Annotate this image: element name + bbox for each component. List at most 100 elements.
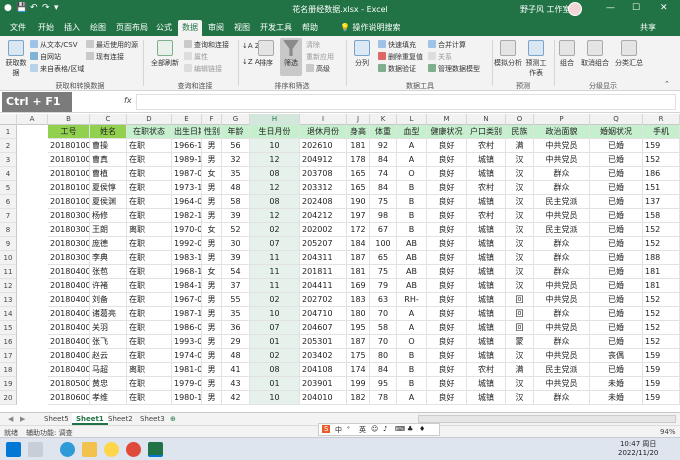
table-cell[interactable]: A bbox=[397, 391, 427, 405]
table-cell[interactable]: 65 bbox=[370, 251, 397, 265]
table-cell[interactable]: 01 bbox=[250, 377, 300, 391]
table-cell[interactable]: 58 bbox=[370, 321, 397, 335]
row-number[interactable]: 7 bbox=[0, 209, 17, 223]
table-cell[interactable]: 汉 bbox=[506, 223, 534, 237]
properties-button[interactable]: 属性 bbox=[184, 52, 208, 62]
table-cell[interactable]: 汉 bbox=[506, 279, 534, 293]
table-cell[interactable]: 190 bbox=[347, 195, 370, 209]
select-all-corner[interactable] bbox=[0, 114, 17, 125]
table-cell[interactable]: 在职 bbox=[127, 251, 172, 265]
ime-punct-icon[interactable]: ᐤ bbox=[347, 425, 350, 433]
table-cell[interactable]: 良好 bbox=[427, 335, 467, 349]
table-cell[interactable]: 赵云 bbox=[90, 349, 127, 363]
table-cell[interactable]: 女 bbox=[202, 265, 222, 279]
column-title[interactable]: 生日月份 bbox=[250, 125, 300, 139]
table-cell[interactable]: 群众 bbox=[534, 391, 590, 405]
column-title[interactable]: 体重 bbox=[370, 125, 397, 139]
table-cell[interactable]: AB bbox=[397, 279, 427, 293]
table-cell[interactable]: 孝维 bbox=[90, 391, 127, 405]
table-cell[interactable]: 男 bbox=[202, 251, 222, 265]
row-number[interactable]: 2 bbox=[0, 139, 17, 153]
table-cell[interactable]: 男 bbox=[202, 293, 222, 307]
table-cell[interactable]: 已婚 bbox=[590, 363, 643, 377]
column-title[interactable]: 姓名 bbox=[90, 125, 127, 139]
table-cell[interactable]: 42 bbox=[222, 391, 250, 405]
table-cell[interactable]: 1986-07-16 bbox=[172, 321, 202, 335]
table-cell[interactable]: 35 bbox=[222, 307, 250, 321]
table-cell[interactable]: 11 bbox=[250, 265, 300, 279]
table-cell[interactable]: 07 bbox=[250, 321, 300, 335]
table-cell[interactable]: O bbox=[397, 167, 427, 181]
table-cell[interactable]: 1968-11-03 bbox=[172, 265, 202, 279]
tab-developer[interactable]: 开发工具 bbox=[260, 22, 292, 33]
table-cell[interactable]: 女 bbox=[202, 223, 222, 237]
table-cell[interactable]: 100 bbox=[370, 237, 397, 251]
table-cell[interactable]: 李典 bbox=[90, 251, 127, 265]
table-cell[interactable]: 1974-02-17 bbox=[172, 349, 202, 363]
table-cell[interactable]: B bbox=[397, 349, 427, 363]
row-number[interactable]: 14 bbox=[0, 307, 17, 321]
table-cell[interactable]: 80 bbox=[370, 349, 397, 363]
table-cell[interactable]: 农村 bbox=[467, 139, 506, 153]
table-cell[interactable]: 92 bbox=[370, 139, 397, 153]
table-cell[interactable]: 城镇 bbox=[467, 265, 506, 279]
what-if-button[interactable]: 模拟分析 bbox=[494, 40, 522, 68]
table-cell[interactable]: 1967-02-16 bbox=[172, 293, 202, 307]
table-cell[interactable]: 已婚 bbox=[590, 251, 643, 265]
table-cell[interactable]: 已婚 bbox=[590, 293, 643, 307]
table-cell[interactable]: 182 bbox=[347, 391, 370, 405]
tab-home[interactable]: 开始 bbox=[38, 22, 54, 33]
table-cell[interactable]: 187 bbox=[347, 251, 370, 265]
table-cell[interactable]: 城镇 bbox=[467, 307, 506, 321]
table-cell[interactable]: AB bbox=[397, 251, 427, 265]
column-header-a[interactable]: A bbox=[17, 114, 48, 125]
table-cell[interactable]: 1970-02-12 bbox=[172, 223, 202, 237]
table-cell[interactable]: 回 bbox=[506, 307, 534, 321]
table-cell[interactable]: 曹真 bbox=[90, 153, 127, 167]
table-cell[interactable]: 良好 bbox=[427, 167, 467, 181]
forecast-sheet-button[interactable]: 预测工作表 bbox=[522, 40, 550, 78]
table-cell[interactable]: 汉 bbox=[506, 167, 534, 181]
table-cell[interactable]: 回 bbox=[506, 321, 534, 335]
table-cell[interactable]: 杨修 bbox=[90, 209, 127, 223]
table-cell[interactable]: 175 bbox=[347, 349, 370, 363]
clear-filter-button[interactable]: 清除 bbox=[306, 40, 320, 50]
column-title[interactable]: 民族 bbox=[506, 125, 534, 139]
ime-english-toggle[interactable]: 英 bbox=[359, 425, 366, 435]
edit-links-button[interactable]: 编辑链接 bbox=[184, 64, 222, 74]
table-cell[interactable]: 在职 bbox=[127, 335, 172, 349]
table-cell[interactable]: 10 bbox=[250, 391, 300, 405]
table-cell[interactable]: 在职 bbox=[127, 153, 172, 167]
sheet-tab-sheet2[interactable]: Sheet2 bbox=[104, 413, 137, 425]
column-header-p[interactable]: P bbox=[534, 114, 590, 125]
table-cell[interactable]: 48 bbox=[222, 349, 250, 363]
table-cell[interactable]: 55 bbox=[222, 293, 250, 307]
column-header-i[interactable]: I bbox=[300, 114, 347, 125]
table-cell[interactable]: 中共党员 bbox=[534, 209, 590, 223]
table-cell[interactable]: RH- bbox=[397, 293, 427, 307]
table-cell[interactable]: 民主党派 bbox=[534, 223, 590, 237]
table-cell[interactable]: 187 bbox=[347, 335, 370, 349]
table-cell[interactable]: 188 bbox=[643, 251, 680, 265]
table-cell[interactable]: 男 bbox=[202, 335, 222, 349]
table-cell[interactable]: 良好 bbox=[427, 391, 467, 405]
table-cell[interactable]: 79 bbox=[370, 279, 397, 293]
table-cell[interactable]: 良好 bbox=[427, 293, 467, 307]
table-cell[interactable]: 201801004 bbox=[48, 181, 90, 195]
table-cell[interactable]: 203402 bbox=[300, 349, 347, 363]
table-cell[interactable]: 群众 bbox=[534, 181, 590, 195]
column-title[interactable]: 手机 bbox=[643, 125, 680, 139]
table-cell[interactable]: 201801003 bbox=[48, 167, 90, 181]
table-cell[interactable]: 在职 bbox=[127, 293, 172, 307]
consolidate-button[interactable]: 合并计算 bbox=[428, 40, 466, 50]
table-cell[interactable]: 201804001 bbox=[48, 265, 90, 279]
row-number[interactable]: 18 bbox=[0, 363, 17, 377]
table-cell[interactable]: 02 bbox=[250, 223, 300, 237]
table-cell[interactable]: 许褚 bbox=[90, 279, 127, 293]
table-cell[interactable]: 1964-08-22 bbox=[172, 195, 202, 209]
share-button[interactable]: 共享 bbox=[640, 22, 656, 33]
table-cell[interactable]: 08 bbox=[250, 195, 300, 209]
recent-sources-button[interactable]: 最近使用的源 bbox=[86, 40, 138, 50]
table-cell[interactable]: 172 bbox=[347, 223, 370, 237]
table-cell[interactable]: 63 bbox=[370, 293, 397, 307]
